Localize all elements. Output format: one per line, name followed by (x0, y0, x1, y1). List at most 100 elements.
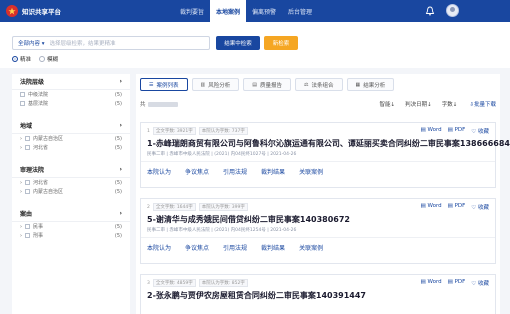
tab-quality-report[interactable]: ▤ 质量报告 (243, 78, 291, 91)
tab-case-list[interactable]: ☰ 案例列表 (140, 78, 188, 91)
facet-item-label: 内蒙古自治区 (33, 189, 64, 195)
radio-exact[interactable]: 精准 (12, 55, 31, 63)
case-title[interactable]: 1-赤峰瑞朗商贸有限公司与阿鲁科尔沁旗运通有限公司、谭延丽买卖合同纠纷二审民事案… (147, 138, 510, 149)
sort-smart-label: 智能 (379, 102, 391, 108)
pdf-export-button[interactable]: ▤ PDF (448, 127, 466, 135)
case-card[interactable]: 2 全文字数: 1644字 本院认为字数: 399字 ▤ Word ▤ PDF ♡ … (140, 198, 496, 264)
facet-trial-court[interactable]: 审理法院 › (12, 162, 130, 178)
chevron-right-icon[interactable]: › (20, 233, 22, 239)
word-export-button[interactable]: ▤ Word (421, 127, 442, 135)
facet-item[interactable]: › 河北省 (5) (12, 143, 130, 152)
facet-item[interactable]: › 河北省 (5) (12, 178, 130, 187)
radio-fuzzy[interactable]: 模糊 (39, 55, 58, 63)
facet-title: 案由 (20, 211, 33, 218)
bell-icon[interactable] (425, 6, 435, 16)
link-related-cases[interactable]: 关联案例 (299, 167, 323, 176)
search-area: 全部内容 ▾ 选择层级检索，结果更精准 结果中检索 新检索 精准 模糊 (0, 22, 510, 68)
search-input[interactable]: 选择层级检索，结果更精准 (50, 39, 209, 47)
link-cited-laws[interactable]: 引用法规 (223, 243, 247, 252)
checkbox[interactable] (25, 145, 30, 150)
tab-law-combination[interactable]: ⚖ 法条组合 (295, 78, 343, 91)
chevron-right-icon[interactable]: › (20, 189, 22, 195)
case-title[interactable]: 5-谢清华与成秀娥民间借贷纠纷二审民事案140380672 (147, 214, 350, 225)
search-box[interactable]: 全部内容 ▾ 选择层级检索，结果更精准 (12, 36, 210, 50)
facet-item[interactable]: › 内蒙古自治区 (5) (12, 187, 130, 196)
case-info: 民事二审 | 赤峰市中级人民法院 | (2021) 内04民终1027号 | 2… (147, 152, 297, 157)
favorite-button[interactable]: ♡ 收藏 (471, 203, 489, 211)
sort-options: 智能↓ 判决日期↓ 字数↓ (380, 100, 458, 108)
word-export-button[interactable]: ▤ Word (421, 279, 442, 287)
new-search-button[interactable]: 新检索 (264, 36, 298, 50)
pdf-export-button[interactable]: ▤ PDF (448, 279, 466, 287)
case-card[interactable]: 1 全文字数: 3921字 本院认为字数: 737字 ▤ Word ▤ PDF ♡ … (140, 122, 510, 188)
nav-item-admin[interactable]: 后台管理 (282, 0, 318, 22)
facet-item-count: (5) (114, 179, 122, 186)
checkbox[interactable] (20, 92, 25, 97)
facet-item[interactable]: 基层法院 (5) (12, 99, 130, 108)
facet-item[interactable]: › 刑事 (5) (12, 231, 130, 240)
word-export-button[interactable]: ▤ Word (421, 203, 442, 211)
opinion-count-tag: 本院认为字数: 737字 (198, 127, 248, 135)
match-mode: 精准 模糊 (12, 55, 58, 63)
facet-item-label: 中级法院 (28, 92, 49, 98)
chevron-right-icon[interactable]: › (20, 145, 22, 151)
result-tabs: ☰ 案例列表 ▥ 风险分析 ▤ 质量报告 ⚖ 法条组合 ▦ 结果分析 (140, 78, 395, 91)
facet-item[interactable]: › 内蒙古自治区 (5) (12, 134, 130, 143)
calendar-icon: ▦ (355, 81, 361, 88)
link-court-opinion[interactable]: 本院认为 (147, 167, 171, 176)
tab-result-analysis[interactable]: ▦ 结果分析 (346, 78, 395, 91)
word-count-tag: 全文字数: 4859字 (152, 279, 196, 287)
user-avatar[interactable] (446, 4, 459, 17)
nav-item-local-cases[interactable]: 本地案例 (210, 0, 247, 22)
card-index: 1 (147, 128, 150, 134)
chevron-right-icon: › (119, 122, 122, 129)
checkbox[interactable] (20, 101, 25, 106)
favorite-button[interactable]: ♡ 收藏 (471, 279, 489, 287)
link-court-opinion[interactable]: 本院认为 (147, 243, 171, 252)
batch-download-label: 批量下载 (473, 102, 496, 108)
radio-exact-dot (12, 56, 18, 62)
opinion-count-tag: 本院认为字数: 399字 (198, 203, 248, 211)
link-dispute-focus[interactable]: 争议焦点 (185, 243, 209, 252)
sort-words[interactable]: 字数↓ (442, 100, 458, 108)
facet-region[interactable]: 地域 › (12, 118, 130, 134)
link-judgment-result[interactable]: 裁判结果 (261, 167, 285, 176)
checkbox[interactable] (25, 233, 30, 238)
checkbox[interactable] (25, 180, 30, 185)
scope-dropdown[interactable]: 全部内容 ▾ (13, 39, 50, 47)
favorite-label: 收藏 (477, 281, 489, 287)
favorite-button[interactable]: ♡ 收藏 (471, 127, 489, 135)
chevron-right-icon[interactable]: › (20, 136, 22, 142)
checkbox[interactable] (25, 189, 30, 194)
gavel-icon: ⚖ (304, 81, 309, 88)
link-judgment-result[interactable]: 裁判结果 (261, 243, 285, 252)
chevron-right-icon: › (119, 210, 122, 217)
facet-item[interactable]: › 民事 (5) (12, 222, 130, 231)
case-card[interactable]: 3 全文字数: 4859字 本院认为字数: 852字 ▤ Word ▤ PDF ♡ … (140, 274, 496, 314)
sort-smart[interactable]: 智能↓ (380, 100, 396, 108)
tab-label: 风险分析 (208, 82, 231, 89)
case-title[interactable]: 2-张永鹏与贾伊农房屋租赁合同纠纷二审民事案140391447 (147, 290, 366, 301)
chevron-right-icon[interactable]: › (20, 180, 22, 186)
checkbox[interactable] (25, 224, 30, 229)
batch-download-button[interactable]: ⇩批量下载 (469, 100, 496, 108)
chart-icon: ▥ (200, 81, 206, 88)
sort-date[interactable]: 判决日期↓ (405, 100, 432, 108)
facet-case-cause[interactable]: 案由 › (12, 206, 130, 222)
search-in-results-button[interactable]: 结果中检索 (216, 36, 260, 50)
nav-item-deviation-warning[interactable]: 偏离预警 (246, 0, 282, 22)
pdf-label: PDF (454, 203, 466, 209)
link-related-cases[interactable]: 关联案例 (299, 243, 323, 252)
facet-item[interactable]: 中级法院 (5) (12, 90, 130, 99)
card-index: 3 (147, 280, 150, 286)
link-cited-laws[interactable]: 引用法规 (223, 167, 247, 176)
tab-risk-analysis[interactable]: ▥ 风险分析 (191, 78, 240, 91)
checkbox[interactable] (25, 136, 30, 141)
favorite-label: 收藏 (477, 129, 489, 135)
link-dispute-focus[interactable]: 争议焦点 (185, 167, 209, 176)
nav-item-ruling-points[interactable]: 裁判要旨 (174, 0, 210, 22)
pdf-export-button[interactable]: ▤ PDF (448, 203, 466, 211)
chevron-right-icon[interactable]: › (20, 224, 22, 230)
facet-court-level[interactable]: 法院层级 › (12, 74, 130, 90)
facet-item-count: (5) (114, 144, 122, 151)
